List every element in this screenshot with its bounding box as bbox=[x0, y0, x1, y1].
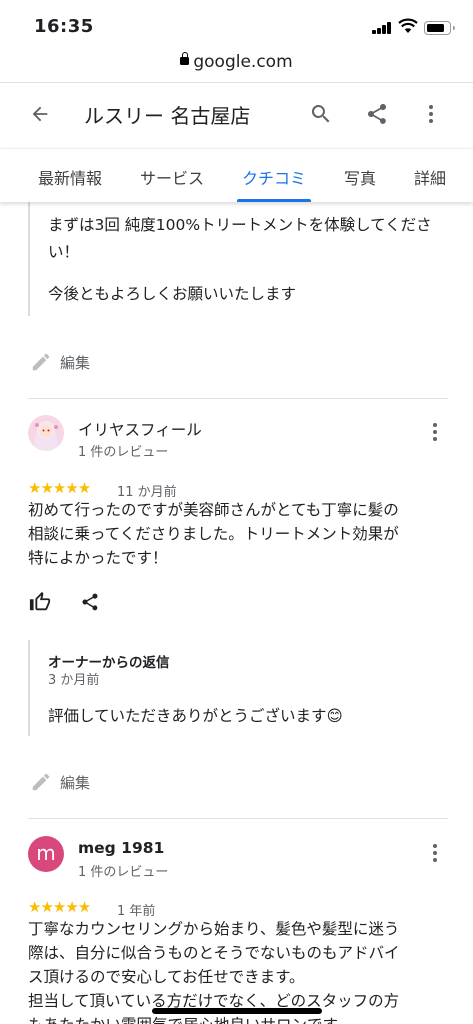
share-review-button[interactable] bbox=[72, 584, 108, 620]
like-button[interactable] bbox=[22, 584, 58, 620]
divider bbox=[28, 398, 448, 399]
share-button[interactable] bbox=[359, 96, 395, 132]
battery-icon bbox=[424, 21, 455, 35]
review-text-line: 丁寧なカウンセリングから始まり、髪色や髪型に迷う bbox=[28, 920, 400, 938]
tab-services[interactable]: サービス bbox=[140, 165, 204, 189]
lock-icon bbox=[180, 52, 190, 65]
owner-reply-text-line: い！ bbox=[48, 243, 80, 261]
more-options-button[interactable] bbox=[413, 96, 449, 132]
review-count: 1 件のレビュー bbox=[78, 865, 169, 880]
more-vert-icon bbox=[429, 105, 433, 123]
edit-label: 編集 bbox=[60, 354, 91, 372]
review-more-button[interactable] bbox=[426, 420, 444, 444]
wifi-icon bbox=[398, 18, 418, 33]
owner-reply-text-line: まずは3回 純度100%トリートメントを体験してくださ bbox=[48, 216, 432, 234]
review-text-line: ス頂けるので安心してお任せできます。 bbox=[28, 968, 305, 986]
status-time: 16:35 bbox=[34, 16, 94, 37]
owner-reply-text-line: 今後ともよろしくお願いいたします bbox=[48, 285, 297, 303]
reply-border bbox=[28, 640, 30, 736]
search-button[interactable] bbox=[303, 96, 339, 132]
tab-details[interactable]: 詳細 bbox=[414, 165, 446, 189]
owner-reply-text: 評価していただきありがとうございます😊 bbox=[48, 707, 343, 725]
avatar-image bbox=[28, 415, 64, 451]
pencil-icon bbox=[32, 773, 50, 791]
review-text-line: 初めて行ったのですが美容師さんがとても丁寧に髪の bbox=[28, 501, 399, 519]
star-rating: ★★★★★ bbox=[28, 898, 91, 916]
review-text-line: 際は、自分に似合うものとそうでないものもアドバイ bbox=[28, 944, 400, 962]
home-indicator[interactable] bbox=[152, 1008, 322, 1014]
search-icon bbox=[311, 105, 330, 123]
tab-bar: 最新情報 サービス クチコミ 写真 詳細 bbox=[0, 148, 473, 202]
active-tab-indicator bbox=[237, 199, 311, 202]
url-bar[interactable]: google.com bbox=[0, 52, 473, 80]
avatar-letter: m bbox=[36, 841, 56, 865]
divider bbox=[28, 818, 448, 819]
share-icon bbox=[368, 104, 386, 124]
tab-photos[interactable]: 写真 bbox=[344, 165, 376, 189]
review-text-line: 特によかったです！ bbox=[28, 549, 168, 567]
review-more-button[interactable] bbox=[426, 841, 444, 865]
tab-latest[interactable]: 最新情報 bbox=[38, 165, 102, 189]
owner-reply-title: オーナーからの返信 bbox=[48, 655, 170, 671]
share-icon bbox=[82, 593, 98, 611]
edit-label: 編集 bbox=[60, 774, 91, 792]
tab-reviews[interactable]: クチコミ bbox=[242, 165, 306, 189]
reviewer-name[interactable]: イリヤスフィール bbox=[78, 418, 202, 440]
star-rating: ★★★★★ bbox=[28, 479, 91, 497]
back-button[interactable] bbox=[22, 96, 58, 132]
owner-reply-date: 3 か月前 bbox=[48, 673, 100, 688]
thumb-up-icon bbox=[29, 591, 51, 611]
page-title: ルスリー 名古屋店 bbox=[84, 104, 251, 128]
status-bar: 16:35 bbox=[0, 0, 473, 48]
reviewer-name[interactable]: meg 1981 bbox=[78, 839, 164, 857]
cellular-signal-icon bbox=[372, 22, 394, 34]
arrow-back-icon bbox=[32, 106, 48, 122]
divider bbox=[0, 82, 473, 83]
url-text: google.com bbox=[193, 52, 293, 72]
review-count: 1 件のレビュー bbox=[78, 445, 169, 460]
pencil-icon bbox=[32, 353, 50, 371]
app-bar: ルスリー 名古屋店 bbox=[0, 84, 473, 144]
avatar[interactable] bbox=[28, 415, 64, 451]
review-text-line: 相談に乗ってくださりました。トリートメント効果が bbox=[28, 525, 399, 543]
avatar[interactable]: m bbox=[28, 836, 64, 872]
reply-border bbox=[28, 200, 30, 316]
